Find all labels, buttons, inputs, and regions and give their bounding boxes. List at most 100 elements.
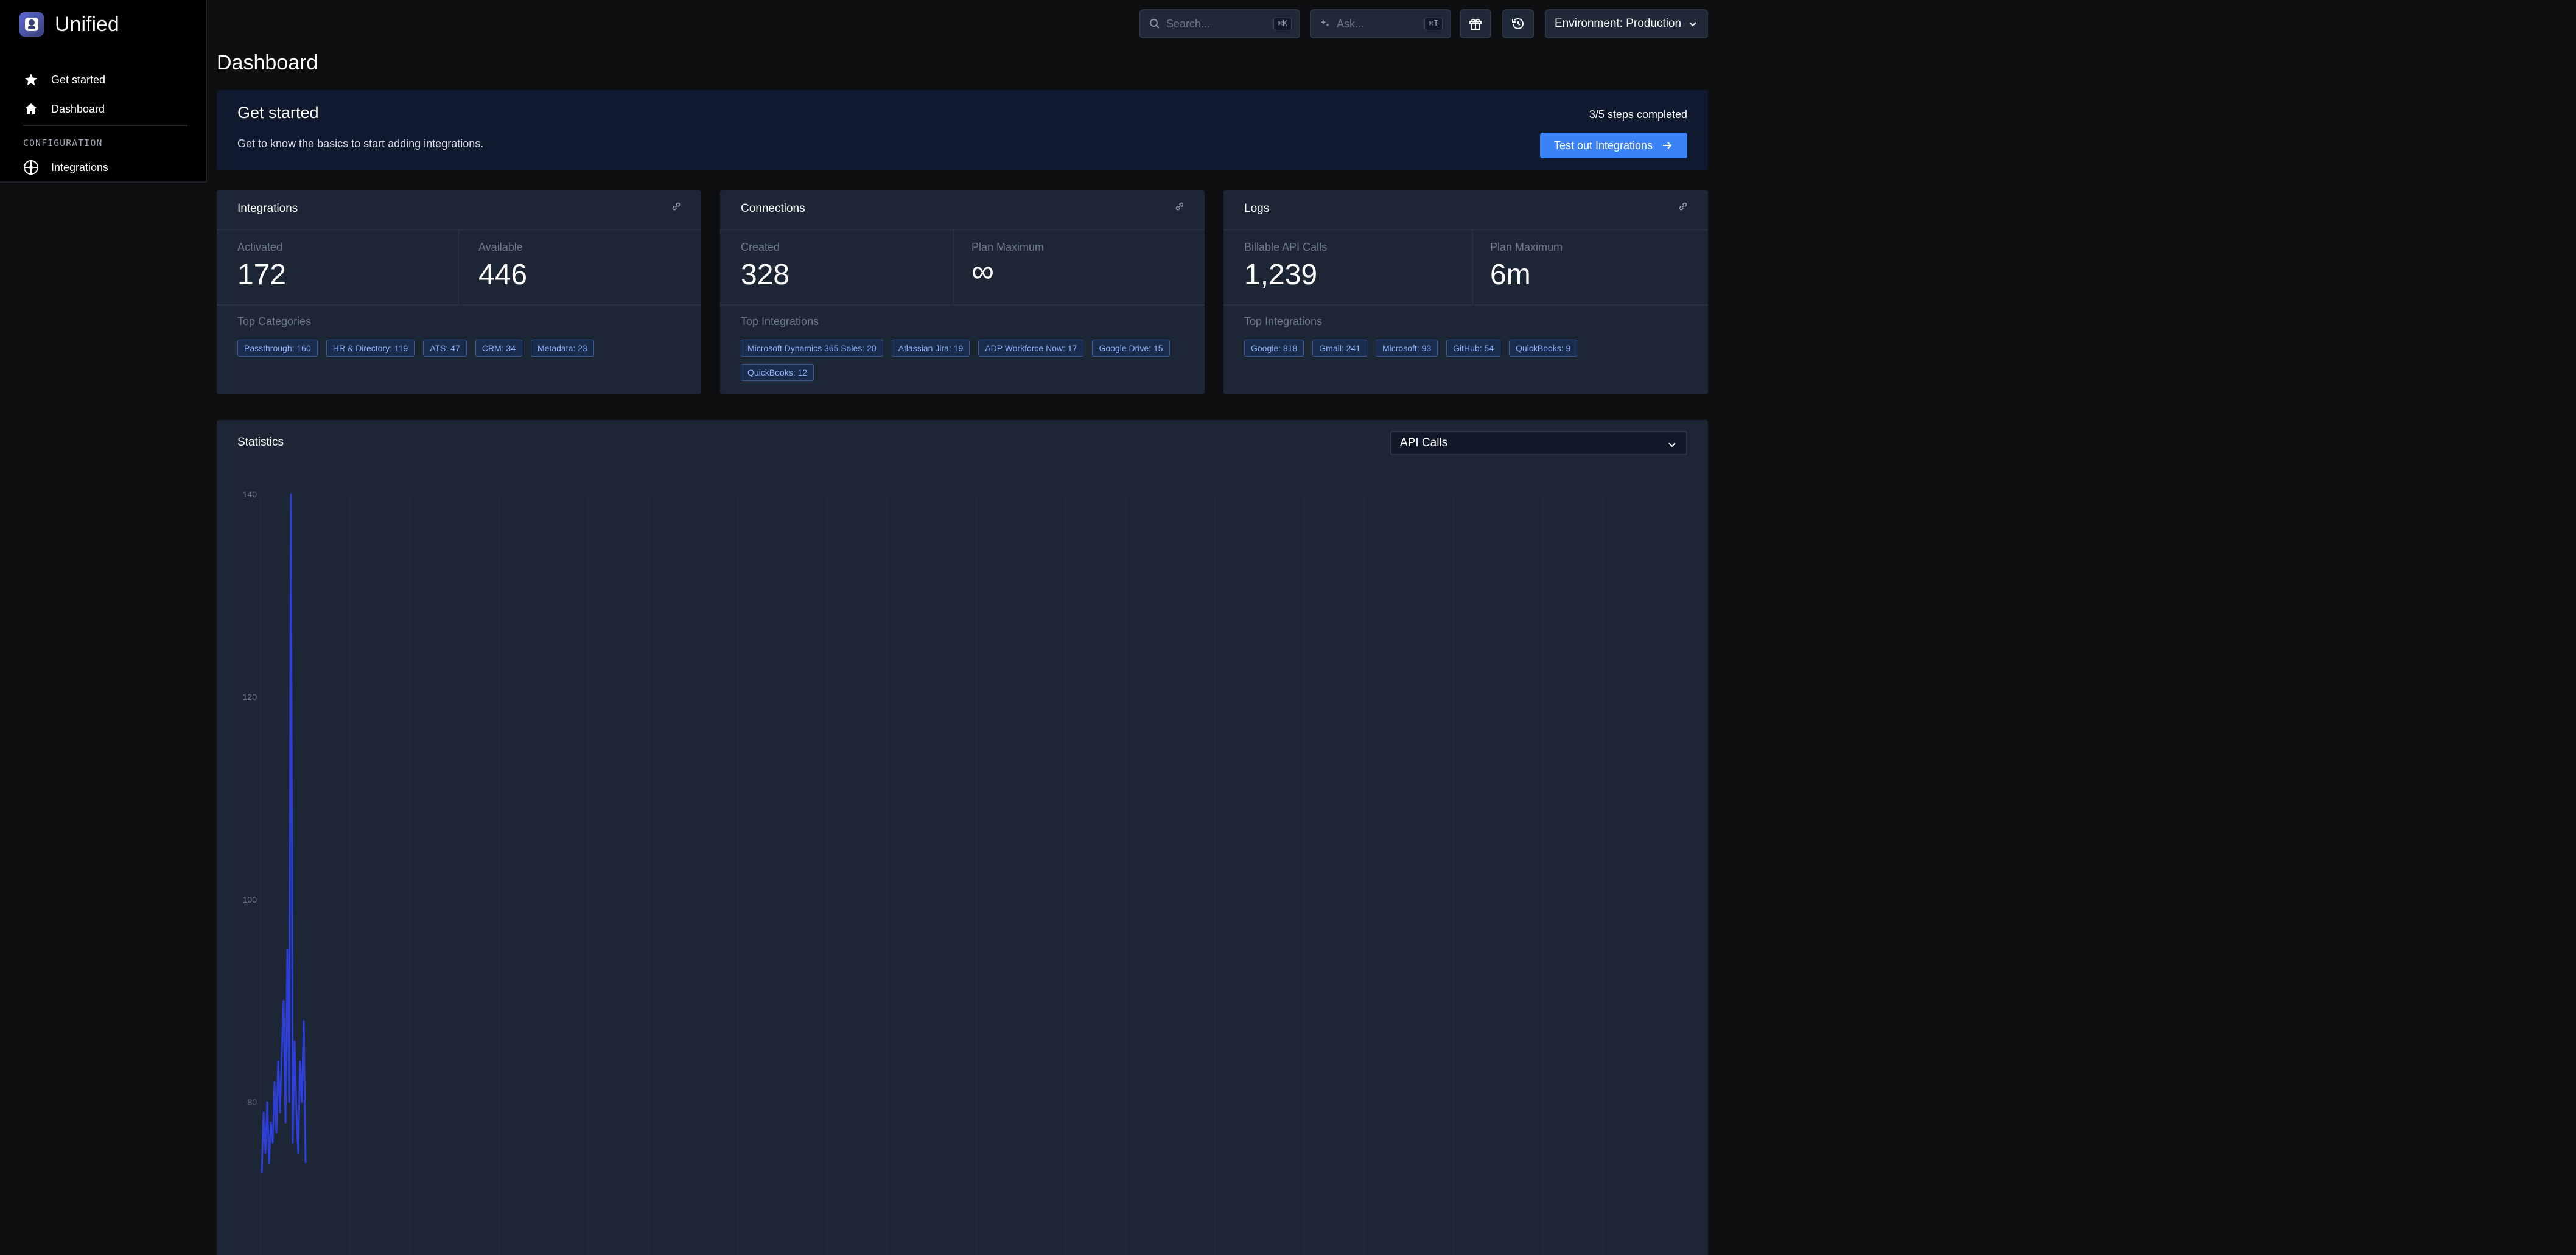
category-tag[interactable]: Metadata: 23 [530,340,594,357]
chevron-down-icon [1667,439,1678,453]
integration-tag[interactable]: Google: 818 [1244,340,1304,357]
available-value: 446 [478,259,528,291]
plan-maximum-label: Plan Maximum [971,241,1045,253]
brand-name: Unified [55,12,119,36]
card-title: Logs [1244,202,1270,215]
integration-tag[interactable]: GitHub: 54 [1446,340,1501,357]
link-icon[interactable] [1678,201,1689,215]
metric-select-value: API Calls [1400,436,1448,449]
created-value: 328 [741,259,790,291]
sidebar-item-label: Integrations [51,161,109,173]
statistics-title: Statistics [237,436,284,449]
test-integrations-button[interactable]: Test out Integrations [1540,133,1687,158]
card-title: Integrations [237,202,298,215]
arrow-right-icon [1661,139,1673,152]
banner-title: Get started [237,103,319,122]
integration-tag[interactable]: Gmail: 241 [1312,340,1367,357]
y-tick-label: 80 [247,1097,257,1107]
category-tag[interactable]: ATS: 47 [423,340,467,357]
plan-maximum-value: 6m [1490,259,1531,291]
home-icon [23,101,39,117]
top-integrations-label: Top Integrations [1244,315,1323,327]
ask-placeholder: Ask... [1337,17,1365,30]
series-line [261,493,307,1173]
gift-icon [1468,16,1483,31]
activated-value: 172 [237,259,287,291]
divider [1472,230,1473,304]
top-integrations-tags: Microsoft Dynamics 365 Sales: 20 Atlassi… [741,340,1192,381]
metric-select[interactable]: API Calls [1390,431,1687,455]
billable-api-calls-value: 1,239 [1244,259,1318,291]
divider [1223,304,1708,306]
history-button[interactable] [1502,9,1534,38]
divider [1223,229,1708,230]
sidebar-divider [23,125,187,126]
category-tag[interactable]: CRM: 34 [475,340,522,357]
top-categories-label: Top Categories [237,315,312,327]
link-icon[interactable] [671,201,682,215]
top-categories-tags: Passthrough: 160 HR & Directory: 119 ATS… [237,340,689,357]
card-title: Connections [741,202,805,215]
plan-maximum-value: ∞ [971,254,995,289]
divider [458,230,459,304]
ask-input[interactable]: Ask... ⌘I [1310,9,1451,38]
integration-tag[interactable]: Atlassian Jira: 19 [891,340,970,357]
button-label: Test out Integrations [1553,139,1653,152]
integration-tag[interactable]: Microsoft: 93 [1376,340,1438,357]
integration-tag[interactable]: ADP Workforce Now: 17 [978,340,1084,357]
page-title: Dashboard [217,51,318,74]
divider [217,304,701,306]
integrations-icon [23,159,39,175]
top-integrations-label: Top Integrations [741,315,819,327]
statistics-panel: 140 120 100 80 Statistics API Calls [217,420,1708,1255]
sparkle-icon [1320,18,1331,29]
category-tag[interactable]: Passthrough: 160 [237,340,318,357]
integration-tag[interactable]: Microsoft Dynamics 365 Sales: 20 [741,340,883,357]
billable-api-calls-label: Billable API Calls [1244,241,1328,253]
divider [720,229,1205,230]
integrations-card: Integrations Activated 172 Available 446… [217,190,701,394]
sidebar-item-dashboard[interactable]: Dashboard [23,101,105,117]
unified-logo-icon [19,12,44,37]
statistics-chart: 140 120 100 80 [243,489,1663,1255]
y-tick-label: 120 [243,692,257,702]
search-shortcut: ⌘K [1273,18,1292,30]
steps-progress: 3/5 steps completed [1589,108,1687,121]
search-icon [1149,18,1160,29]
activated-label: Activated [237,241,283,253]
get-started-banner: Get started Get to know the basics to st… [217,90,1708,170]
integration-tag[interactable]: Google Drive: 15 [1092,340,1170,357]
logs-card: Logs Billable API Calls 1,239 Plan Maxim… [1223,190,1708,394]
connections-card: Connections Created 328 Plan Maximum ∞ T… [720,190,1205,394]
search-placeholder: Search... [1166,17,1211,30]
sidebar-item-get-started[interactable]: Get started [23,72,105,88]
search-input[interactable]: Search... ⌘K [1139,9,1300,38]
sidebar-section-label: CONFIGURATION [23,138,103,149]
chevron-down-icon [1687,18,1698,33]
sidebar-item-label: Get started [51,73,106,86]
y-tick-label: 100 [243,895,257,904]
history-icon [1511,16,1525,31]
environment-select[interactable]: Environment: Production [1545,9,1708,38]
environment-label: Environment: Production [1555,17,1682,30]
integration-tag[interactable]: QuickBooks: 9 [1509,340,1578,357]
category-tag[interactable]: HR & Directory: 119 [326,340,415,357]
top-integrations-tags: Google: 818 Gmail: 241 Microsoft: 93 Git… [1244,340,1696,357]
sidebar-item-integrations[interactable]: Integrations [23,159,108,175]
star-icon [23,72,39,88]
gift-button[interactable] [1460,9,1491,38]
divider [953,230,954,304]
y-tick-label: 140 [243,489,257,499]
sidebar: Unified Get started Dashboard CONFIGURAT… [0,0,207,183]
link-icon[interactable] [1174,201,1185,215]
ask-shortcut: ⌘I [1424,18,1443,30]
integration-tag[interactable]: QuickBooks: 12 [741,364,814,381]
divider [217,229,701,230]
banner-description: Get to know the basics to start adding i… [237,138,484,150]
available-label: Available [478,241,523,253]
created-label: Created [741,241,780,253]
divider [720,304,1205,306]
brand[interactable]: Unified [19,12,119,37]
sidebar-item-label: Dashboard [51,102,105,115]
plan-maximum-label: Plan Maximum [1490,241,1563,253]
